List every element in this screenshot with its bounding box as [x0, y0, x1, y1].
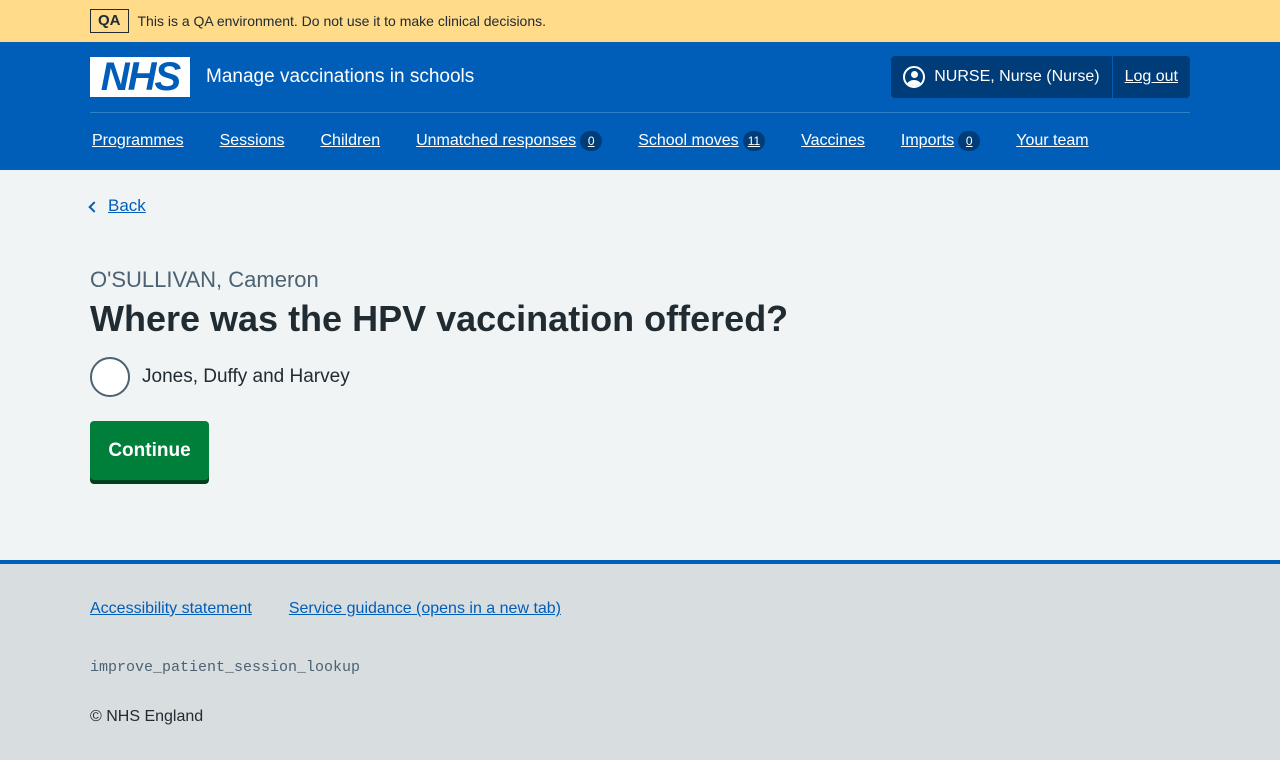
nav-sessions[interactable]: Sessions — [220, 132, 285, 150]
page-title: Where was the HPV vaccination offered? — [90, 298, 789, 339]
user-name: NURSE, Nurse (Nurse) — [934, 68, 1100, 85]
nav-school-moves[interactable]: School moves 11 — [638, 131, 766, 151]
environment-banner: QA This is a QA environment. Do not use … — [0, 0, 1280, 42]
nav-programmes[interactable]: Programmes — [92, 132, 184, 150]
build-tag: improve_patient_session_lookup — [90, 659, 361, 676]
user-icon — [903, 66, 926, 88]
account-menu: NURSE, Nurse (Nurse) Log out — [891, 56, 1190, 98]
unmatched-count-badge: 0 — [580, 131, 603, 151]
primary-navigation: Programmes Sessions Children Unmatched r… — [90, 113, 1190, 169]
service-name: Manage vaccinations in schools — [206, 66, 475, 87]
environment-tag: QA — [90, 9, 129, 33]
main-content: Back O'SULLIVAN, Cameron Where was the H… — [0, 170, 1280, 560]
environment-message: This is a QA environment. Do not use it … — [137, 13, 547, 29]
location-radio-option[interactable]: Jones, Duffy and Harvey — [90, 357, 350, 397]
nav-imports[interactable]: Imports 0 — [901, 131, 981, 151]
school-moves-count-badge: 11 — [742, 131, 766, 151]
logout-link[interactable]: Log out — [1113, 56, 1190, 98]
account-user: NURSE, Nurse (Nurse) — [891, 56, 1113, 98]
back-link[interactable]: Back — [88, 196, 146, 216]
nav-your-team[interactable]: Your team — [1016, 132, 1088, 150]
patient-name-caption: O'SULLIVAN, Cameron — [90, 267, 319, 292]
copyright: © NHS England — [90, 708, 204, 725]
chevron-left-icon — [88, 200, 100, 213]
nav-vaccines[interactable]: Vaccines — [801, 132, 865, 150]
nav-children[interactable]: Children — [321, 132, 381, 150]
continue-button[interactable]: Continue — [90, 421, 209, 480]
home-link[interactable]: NHS Manage vaccinations in schools — [90, 57, 474, 97]
nav-unmatched-responses[interactable]: Unmatched responses 0 — [416, 131, 603, 151]
nhs-logo: NHS — [90, 57, 190, 97]
imports-count-badge: 0 — [958, 131, 981, 151]
accessibility-statement-link[interactable]: Accessibility statement — [90, 600, 252, 618]
site-header: NHS Manage vaccinations in schools NURSE… — [0, 42, 1280, 170]
site-footer: Accessibility statement Service guidance… — [0, 560, 1280, 760]
radio-label: Jones, Duffy and Harvey — [142, 366, 350, 387]
radio-button[interactable] — [90, 357, 130, 397]
service-guidance-link[interactable]: Service guidance (opens in a new tab) — [289, 600, 561, 618]
